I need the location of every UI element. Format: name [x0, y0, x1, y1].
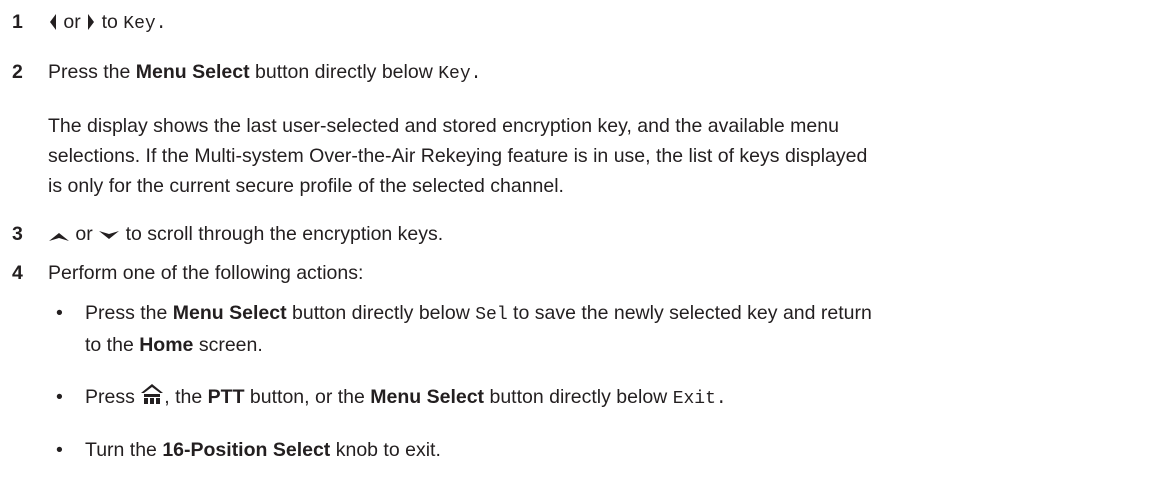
para-line-2: selections. If the Multi-system Over-the…	[48, 145, 868, 167]
step-number: 2	[12, 61, 23, 83]
ptt-label: PTT	[207, 386, 245, 408]
bullet-text-mid: button directly below	[489, 386, 668, 408]
up-arrow-icon	[49, 233, 69, 241]
step-3: 3 or to scroll through the encryption ke…	[12, 220, 1171, 248]
step-2: 2 Press the Menu Select button directly …	[12, 58, 1171, 86]
menu-select-label: Menu Select	[135, 61, 250, 83]
step-text-pre: Press the	[48, 61, 131, 83]
sel-target: Sel	[475, 305, 508, 325]
bullet-text-comma: , the	[164, 386, 203, 408]
step-4: 4 Perform one of the following actions:	[12, 259, 1171, 287]
bullet-dot: •	[56, 386, 63, 408]
step-number: 1	[12, 11, 23, 33]
para-line-3: is only for the current secure profile o…	[48, 175, 564, 197]
home-icon	[141, 384, 164, 404]
bullet-text: Turn the 16-Position Select knob to exit…	[85, 436, 1165, 464]
bullet-dot: •	[56, 439, 63, 461]
or-word: or	[75, 223, 93, 245]
knob-label: 16-Position Select	[162, 439, 331, 461]
bullet-text: Press , the PTT button, or the Menu Sele…	[85, 383, 1165, 413]
exit-target: Exit.	[672, 389, 727, 409]
step-text: or to Key.	[48, 8, 1171, 38]
para-line-1: The display shows the last user-selected…	[48, 115, 839, 137]
or-word: or	[63, 11, 81, 33]
description-paragraph: The display shows the last user-selected…	[48, 112, 1168, 200]
bullet-text-pre: Press the	[85, 302, 168, 324]
down-arrow-icon	[99, 231, 120, 239]
bullet-text-pre: Press	[85, 386, 135, 408]
bullet-text-pre: to the	[85, 334, 134, 356]
step-number: 4	[12, 262, 23, 284]
left-arrow-icon	[50, 14, 56, 30]
step-text: Perform one of the following actions:	[48, 262, 364, 284]
bullet-text-mid: button directly below	[292, 302, 470, 324]
home-label: Home	[139, 334, 194, 356]
key-target: Key.	[123, 14, 167, 34]
key-target: Key.	[438, 64, 482, 84]
step-text: Press the Menu Select button directly be…	[48, 58, 1171, 88]
to-word: to	[101, 11, 118, 33]
bullet-dot: •	[56, 302, 63, 324]
bullet-text-post: screen.	[198, 334, 263, 356]
step-text-mid: button directly below	[255, 61, 433, 83]
bullet-text-post: to save the newly selected key and retur…	[513, 302, 872, 324]
bullet-text: Press the Menu Select button directly be…	[85, 299, 1165, 359]
menu-select-label: Menu Select	[172, 302, 287, 324]
right-arrow-icon	[88, 14, 95, 30]
bullet-line-1: Press the Menu Select button directly be…	[85, 299, 1165, 329]
step-1: 1 or to Key.	[12, 8, 1171, 36]
step-text-rest: to scroll through the encryption keys.	[125, 223, 444, 245]
step-number: 3	[12, 223, 23, 245]
bullet-text-post: knob to exit.	[335, 439, 441, 461]
step-text: or to scroll through the encryption keys…	[48, 220, 1171, 248]
bullet-text-mid: button, or the	[249, 386, 365, 408]
bullet-text-pre: Turn the	[85, 439, 157, 461]
menu-select-label: Menu Select	[370, 386, 485, 408]
bullet-line-2: to the Home screen.	[85, 331, 1165, 359]
